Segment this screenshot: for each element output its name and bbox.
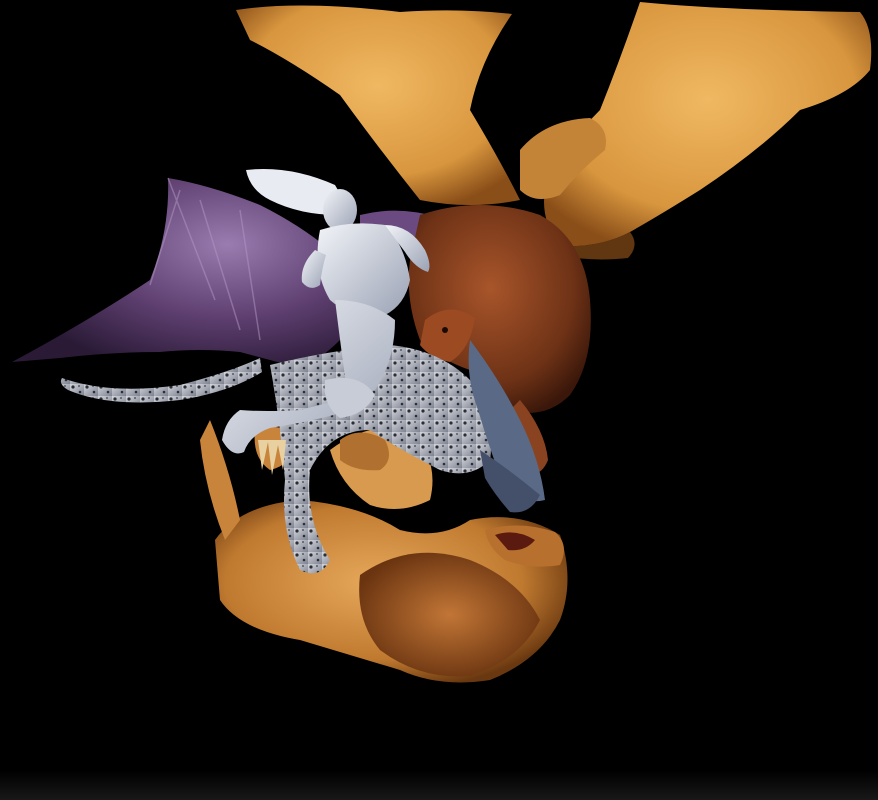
render-viewport: [0, 0, 878, 800]
spotted-tail: [60, 358, 262, 403]
creature-sculpture-render: [12, 2, 872, 683]
bottom-edge-fade: [0, 770, 878, 800]
